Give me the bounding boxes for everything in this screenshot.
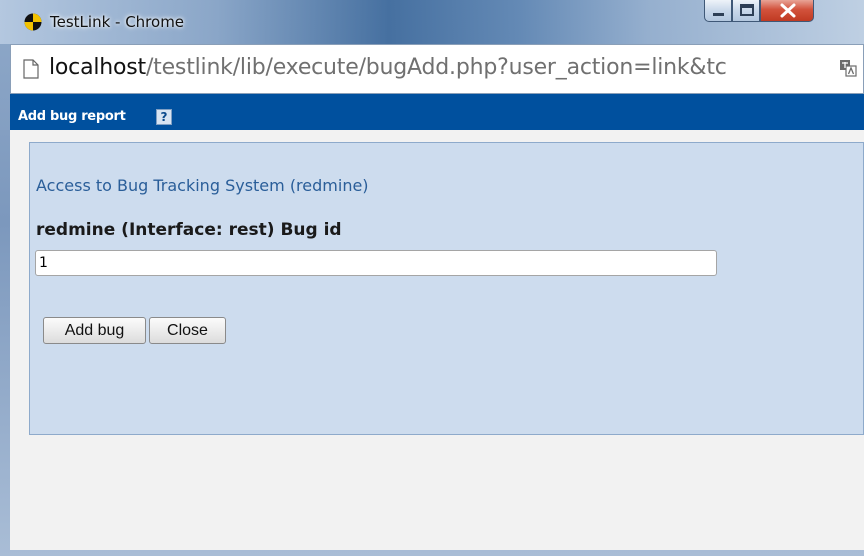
minimize-icon	[713, 13, 724, 16]
close-button[interactable]: Close	[149, 317, 226, 344]
help-icon[interactable]: ?	[156, 109, 172, 125]
dialog-title: Add bug report	[18, 109, 126, 124]
minimize-button[interactable]	[704, 0, 732, 22]
address-bar[interactable]: localhost/testlink/lib/execute/bugAdd.ph…	[10, 44, 864, 94]
bug-id-input[interactable]	[35, 250, 717, 276]
url-path: /testlink/lib/execute/bugAdd.php?user_ac…	[145, 55, 727, 80]
maximize-icon	[740, 4, 754, 16]
translate-icon[interactable]	[839, 59, 857, 77]
close-icon	[780, 3, 796, 18]
window-title: TestLink - Chrome	[50, 13, 185, 31]
title-bar[interactable]: TestLink - Chrome	[0, 0, 864, 44]
page-icon	[23, 59, 39, 79]
dialog-header: Add bug report ?	[10, 94, 864, 130]
bug-form-panel: Access to Bug Tracking System (redmine) …	[29, 142, 864, 435]
url-text[interactable]: localhost/testlink/lib/execute/bugAdd.ph…	[49, 55, 727, 80]
access-bts-text: Access to Bug Tracking System (redmine)	[36, 176, 369, 195]
bug-id-label: redmine (Interface: rest) Bug id	[36, 220, 342, 240]
maximize-button[interactable]	[732, 0, 760, 22]
testlink-app-icon	[24, 13, 42, 31]
url-host: localhost	[49, 55, 146, 80]
page-content: Add bug report ? Access to Bug Tracking …	[10, 94, 864, 550]
browser-window: TestLink - Chrome localhost/testlink/lib…	[0, 0, 864, 556]
add-bug-button[interactable]: Add bug	[43, 317, 146, 344]
close-window-button[interactable]	[760, 0, 814, 22]
